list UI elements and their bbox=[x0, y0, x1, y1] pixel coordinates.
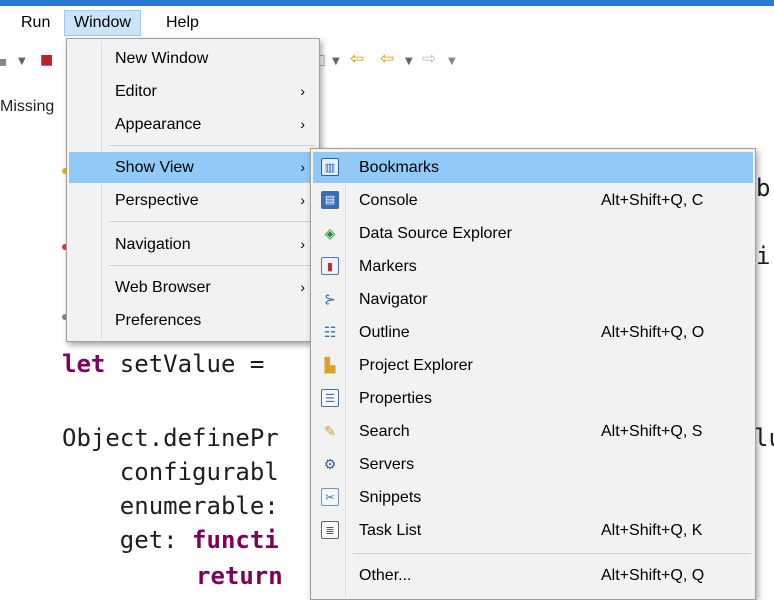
view-item-other[interactable]: Other... Alt+Shift+Q, Q bbox=[313, 560, 753, 591]
menu-item-shortcut: Alt+Shift+Q, Q bbox=[601, 567, 705, 584]
menu-run[interactable]: Run bbox=[12, 10, 59, 36]
view-item-servers[interactable]: ⚙ Servers bbox=[313, 449, 753, 480]
window-menu: New Window Editor › Appearance › Show Vi… bbox=[66, 38, 320, 342]
menu-item-label: Servers bbox=[359, 456, 415, 473]
menu-item-appearance[interactable]: Appearance › bbox=[69, 109, 317, 140]
menu-item-label: Editor bbox=[115, 83, 157, 100]
menu-item-label: Other... bbox=[359, 567, 412, 584]
menu-item-label: Bookmarks bbox=[359, 159, 440, 176]
menu-item-web-browser[interactable]: Web Browser › bbox=[69, 272, 317, 303]
submenu-arrow-icon: › bbox=[300, 236, 305, 252]
menu-window[interactable]: Window bbox=[64, 10, 141, 36]
menu-separator bbox=[109, 265, 315, 266]
menu-help[interactable]: Help bbox=[157, 10, 208, 36]
toolbar-run-icon[interactable]: ■ bbox=[40, 50, 53, 70]
code-line-return: return bbox=[196, 562, 283, 590]
code-line-enumerable: enumerable: bbox=[62, 492, 279, 520]
view-item-task-list[interactable]: ≣ Task List Alt+Shift+Q, K bbox=[313, 515, 753, 546]
view-item-data-source-explorer[interactable]: ◈ Data Source Explorer bbox=[313, 218, 753, 249]
menu-separator bbox=[353, 553, 751, 554]
project-explorer-icon: ▙ bbox=[324, 357, 336, 373]
last-edit-location-icon[interactable]: ⇦ bbox=[350, 49, 364, 69]
menu-item-label: Navigator bbox=[359, 291, 428, 308]
code-line-configurable: configurabl bbox=[62, 458, 279, 486]
dropdown-arrow-icon[interactable]: ▼ bbox=[448, 52, 456, 72]
menu-item-label: Appearance bbox=[115, 116, 202, 133]
menu-item-editor[interactable]: Editor › bbox=[69, 76, 317, 107]
view-item-project-explorer[interactable]: ▙ Project Explorer bbox=[313, 350, 753, 381]
view-item-outline[interactable]: ☷ Outline Alt+Shift+Q, O bbox=[313, 317, 753, 348]
menu-item-shortcut: Alt+Shift+Q, K bbox=[601, 522, 703, 539]
submenu-arrow-icon: › bbox=[300, 116, 305, 132]
view-item-navigator[interactable]: ⊱ Navigator bbox=[313, 284, 753, 315]
menu-separator bbox=[109, 221, 315, 222]
menu-item-label: Perspective bbox=[115, 192, 199, 209]
menu-item-shortcut: Alt+Shift+Q, S bbox=[601, 423, 703, 440]
code-fragment-right: lu bbox=[754, 424, 774, 452]
view-item-bookmarks[interactable]: ▥ Bookmarks bbox=[313, 152, 753, 183]
menu-item-label: Preferences bbox=[115, 312, 202, 329]
menu-item-show-view[interactable]: Show View › bbox=[69, 152, 317, 183]
dropdown-arrow-icon[interactable]: ▼ bbox=[332, 52, 340, 72]
show-view-submenu: ▥ Bookmarks ▤ Console Alt+Shift+Q, C ◈ D… bbox=[310, 148, 756, 600]
missing-label: Missing bbox=[0, 98, 55, 115]
submenu-arrow-icon: › bbox=[300, 279, 305, 295]
menu-bar: Run Window Help bbox=[0, 6, 774, 40]
menu-item-label: Outline bbox=[359, 324, 410, 341]
forward-arrow-icon[interactable]: ⇨ bbox=[422, 49, 436, 69]
back-arrow-icon[interactable]: ⇦ bbox=[380, 49, 394, 69]
menu-item-label: Search bbox=[359, 423, 410, 440]
view-item-console[interactable]: ▤ Console Alt+Shift+Q, C bbox=[313, 185, 753, 216]
task-list-icon: ≣ bbox=[321, 521, 339, 539]
view-item-properties[interactable]: ☰ Properties bbox=[313, 383, 753, 414]
code-line-get: get: functi bbox=[62, 526, 279, 554]
menu-item-label: Navigation bbox=[115, 236, 191, 253]
dropdown-arrow-icon[interactable]: ▼ bbox=[405, 52, 413, 72]
markers-icon: ▮ bbox=[321, 257, 339, 275]
toolbar-item-icon[interactable]: ▪ bbox=[0, 52, 8, 72]
menu-item-label: Project Explorer bbox=[359, 357, 473, 374]
properties-icon: ☰ bbox=[321, 389, 339, 407]
bookmarks-icon: ▥ bbox=[321, 158, 339, 176]
submenu-arrow-icon: › bbox=[300, 192, 305, 208]
menu-item-label: Snippets bbox=[359, 489, 422, 506]
submenu-arrow-icon: › bbox=[300, 159, 305, 175]
code-line-object: Object.definePr bbox=[62, 424, 279, 452]
view-item-snippets[interactable]: ✂ Snippets bbox=[313, 482, 753, 513]
servers-icon: ⚙ bbox=[323, 456, 337, 472]
view-item-search[interactable]: ✎ Search Alt+Shift+Q, S bbox=[313, 416, 753, 447]
search-icon: ✎ bbox=[324, 423, 336, 439]
data-source-explorer-icon: ◈ bbox=[324, 225, 336, 241]
menu-item-perspective[interactable]: Perspective › bbox=[69, 185, 317, 216]
menu-item-label: Properties bbox=[359, 390, 432, 407]
view-item-markers[interactable]: ▮ Markers bbox=[313, 251, 753, 282]
navigator-icon: ⊱ bbox=[324, 291, 336, 307]
menu-item-label: Web Browser bbox=[115, 279, 211, 296]
menu-separator bbox=[109, 145, 315, 146]
menu-item-label: New Window bbox=[115, 50, 209, 67]
dropdown-arrow-icon[interactable]: ▼ bbox=[18, 52, 26, 72]
menu-item-shortcut: Alt+Shift+Q, C bbox=[601, 192, 704, 209]
menu-item-label: Task List bbox=[359, 522, 422, 539]
menu-item-new-window[interactable]: New Window bbox=[69, 43, 317, 74]
console-icon: ▤ bbox=[321, 191, 339, 209]
code-fragment-right: i bbox=[756, 242, 771, 270]
menu-item-label: Data Source Explorer bbox=[359, 225, 512, 242]
code-fragment-right: b bbox=[756, 174, 771, 202]
menu-item-shortcut: Alt+Shift+Q, O bbox=[601, 324, 705, 341]
menu-item-navigation[interactable]: Navigation › bbox=[69, 229, 317, 260]
submenu-arrow-icon: › bbox=[300, 83, 305, 99]
menu-item-label: Console bbox=[359, 192, 418, 209]
menu-item-label: Show View bbox=[115, 159, 194, 176]
snippets-icon: ✂ bbox=[321, 488, 339, 506]
outline-icon: ☷ bbox=[323, 324, 337, 340]
menu-item-label: Markers bbox=[359, 258, 417, 275]
code-line-let: let setValue = bbox=[62, 350, 279, 378]
menu-item-preferences[interactable]: Preferences bbox=[69, 305, 317, 336]
